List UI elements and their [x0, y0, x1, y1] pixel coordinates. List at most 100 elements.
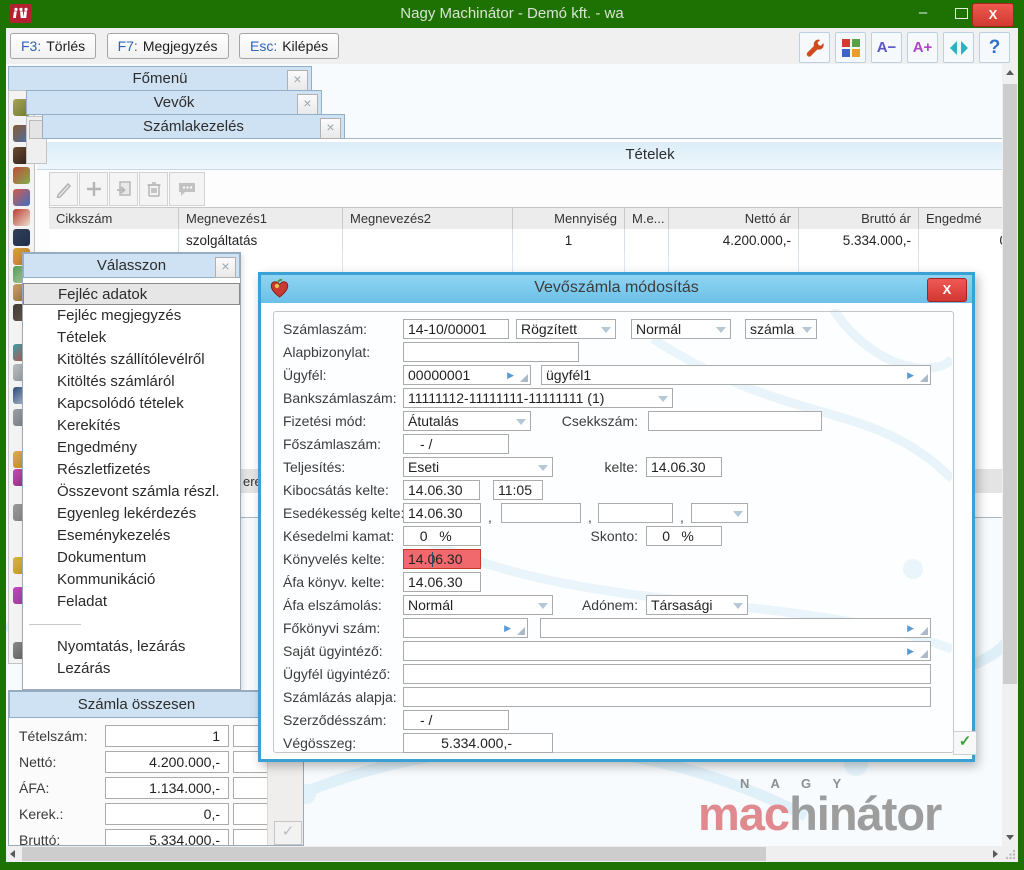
fomenu-close-icon[interactable]: × — [287, 70, 308, 91]
lookup-arrow-icon[interactable]: ▶ — [907, 370, 914, 381]
edit-row-button[interactable] — [49, 172, 78, 206]
table-column-header[interactable]: Megnevezés2 — [343, 208, 513, 230]
konyveles-kelte-input-error[interactable]: 14.06.30 — [403, 549, 481, 569]
minimize-button[interactable]: – — [910, 3, 936, 25]
dialog-confirm-check-button[interactable]: ✓ — [953, 731, 977, 755]
table-column-header[interactable]: Engedmé — [919, 208, 1005, 230]
valasszon-item[interactable]: Nyomtatás, lezárás — [23, 636, 240, 658]
kesedelmi-kamat-input[interactable]: 0% — [403, 526, 481, 546]
close-button[interactable]: X — [972, 3, 1014, 27]
f3-torles-button[interactable]: F3: Törlés — [10, 33, 97, 59]
monitor-icon[interactable] — [13, 229, 30, 246]
table-column-header[interactable]: Nettó ár — [669, 208, 799, 230]
bankszamla-select[interactable]: 11111112-11111111-11111111 (1) — [403, 388, 673, 408]
resize-window-button[interactable] — [943, 32, 974, 63]
teljesites-kelte-input[interactable]: 14.06.30 — [646, 457, 722, 477]
adonem-select[interactable]: Társasági — [646, 595, 748, 615]
valasszon-titlebar[interactable]: Válasszon × — [23, 253, 240, 278]
lookup-arrow-icon[interactable]: ▶ — [507, 370, 514, 381]
esedekesseg-select[interactable] — [691, 503, 748, 523]
szamlaszam-input[interactable]: 14-10/00001 — [403, 319, 509, 339]
bizonylat-tipus-select[interactable]: számla — [745, 319, 817, 339]
valasszon-item[interactable]: Kommunikáció — [23, 569, 240, 591]
alapbizonylat-input[interactable] — [403, 342, 579, 362]
vertical-scrollbar[interactable] — [1002, 64, 1018, 846]
valasszon-item[interactable]: Kapcsolódó tételek — [23, 393, 240, 415]
scroll-right-icon[interactable] — [993, 850, 998, 858]
valasszon-item[interactable]: Kitöltés szállítólevélről — [23, 349, 240, 371]
resize-grip[interactable] — [1002, 846, 1018, 862]
osszesen-titlebar[interactable]: Számla összesen — [9, 691, 264, 718]
fomenu-window-titlebar[interactable]: Főmenü × — [8, 66, 312, 91]
sajat-ugyintezo-input[interactable]: ▶ — [403, 641, 931, 661]
vertical-scroll-thumb[interactable] — [1003, 84, 1017, 684]
foszamlaszam-input[interactable]: - / — [403, 434, 509, 454]
szerzodesszam-input[interactable]: - / — [403, 710, 509, 730]
corner-expand-icon[interactable] — [520, 374, 528, 382]
maximize-button[interactable] — [955, 8, 968, 19]
ugyfel-ugyintezo-input[interactable] — [403, 664, 931, 684]
table-column-header[interactable]: Bruttó ár — [799, 208, 919, 230]
font-smaller-button[interactable]: A− — [871, 32, 902, 63]
esc-kilepes-button[interactable]: Esc: Kilépés — [238, 33, 340, 59]
vevok-window-titlebar[interactable]: Vevők × — [26, 90, 322, 115]
valasszon-item[interactable]: Engedmény — [23, 437, 240, 459]
valasszon-item[interactable]: Tételek — [23, 327, 240, 349]
allapot-select[interactable]: Rögzített — [516, 319, 616, 339]
comment-row-button[interactable] — [169, 172, 205, 206]
szamlakezeles-window-titlebar[interactable]: Számlakezelés × — [42, 114, 345, 139]
corner-expand-icon[interactable] — [920, 627, 928, 635]
skonto-input[interactable]: 0% — [646, 526, 722, 546]
f7-megjegyzes-button[interactable]: F7: Megjegyzés — [106, 33, 229, 59]
font-larger-button[interactable]: A+ — [907, 32, 938, 63]
confirm-check-button-disabled[interactable]: ✓ — [274, 821, 302, 845]
phone-icon[interactable] — [13, 209, 30, 226]
corner-expand-icon[interactable] — [920, 374, 928, 382]
tipus-select[interactable]: Normál — [631, 319, 731, 339]
valasszon-item[interactable]: Eseménykezelés — [23, 525, 240, 547]
afa-konyv-kelte-input[interactable]: 14.06.30 — [403, 572, 481, 592]
esedekesseg-kelte2-input[interactable] — [501, 503, 581, 523]
kibocsatas-kelte-input[interactable]: 14.06.30 — [403, 480, 480, 500]
settings-wrench-button[interactable] — [799, 32, 830, 63]
lookup-arrow-icon[interactable]: ▶ — [907, 623, 914, 634]
valasszon-close-icon[interactable]: × — [215, 257, 236, 278]
table-column-header[interactable]: Cikkszám — [49, 208, 179, 230]
valasszon-item[interactable]: Lezárás — [23, 658, 240, 680]
ugyfel-kod-input[interactable]: 00000001 ▶ — [403, 365, 531, 385]
table-row[interactable]: szolgáltatás 1 4.200.000,-5.334.000,-0 — [49, 229, 1005, 254]
valasszon-item[interactable]: Feladat — [23, 591, 240, 613]
corner-expand-icon[interactable] — [920, 650, 928, 658]
csekkszam-input[interactable] — [648, 411, 822, 431]
table-column-header[interactable]: Mennyiség — [513, 208, 625, 230]
dialog-titlebar[interactable]: Vevőszámla módosítás X — [261, 275, 972, 303]
fokonyvi-nev-input[interactable]: ▶ — [540, 618, 931, 638]
scroll-left-icon[interactable] — [10, 850, 15, 858]
add-row-button[interactable] — [79, 172, 108, 206]
valasszon-item[interactable]: Részletfizetés — [23, 459, 240, 481]
corner-expand-icon[interactable] — [517, 627, 525, 635]
horizontal-scroll-thumb[interactable] — [22, 847, 766, 861]
szamlazas-alapja-input[interactable] — [403, 687, 931, 707]
valasszon-item[interactable]: Kerekítés — [23, 415, 240, 437]
theme-colors-button[interactable] — [835, 32, 866, 63]
scroll-down-icon[interactable] — [1006, 835, 1014, 840]
palette-icon[interactable] — [13, 189, 30, 206]
esedekesseg-kelte-input[interactable]: 14.06.30 — [403, 503, 481, 523]
dialog-close-button[interactable]: X — [927, 278, 967, 302]
ugyfel-nev-input[interactable]: ügyfél1 ▶ — [541, 365, 931, 385]
table-column-header[interactable]: Megnevezés1 — [179, 208, 343, 230]
valasszon-item[interactable]: Egyenleg lekérdezés — [23, 503, 240, 525]
valasszon-item[interactable]: Dokumentum — [23, 547, 240, 569]
valasszon-item[interactable]: Fejléc adatok — [23, 283, 240, 305]
valasszon-item[interactable]: Összevont számla részl. — [23, 481, 240, 503]
valasszon-item[interactable]: Kitöltés számláról — [23, 371, 240, 393]
vevok-close-icon[interactable]: × — [297, 94, 318, 115]
delete-row-button[interactable] — [139, 172, 168, 206]
lookup-arrow-icon[interactable]: ▶ — [504, 623, 511, 634]
lookup-arrow-icon[interactable]: ▶ — [907, 646, 914, 657]
kibocsatas-ido-input[interactable]: 11:05 — [493, 480, 543, 500]
apple-icon[interactable] — [13, 167, 30, 184]
horizontal-scrollbar[interactable] — [6, 846, 1002, 862]
copy-row-button[interactable] — [109, 172, 138, 206]
